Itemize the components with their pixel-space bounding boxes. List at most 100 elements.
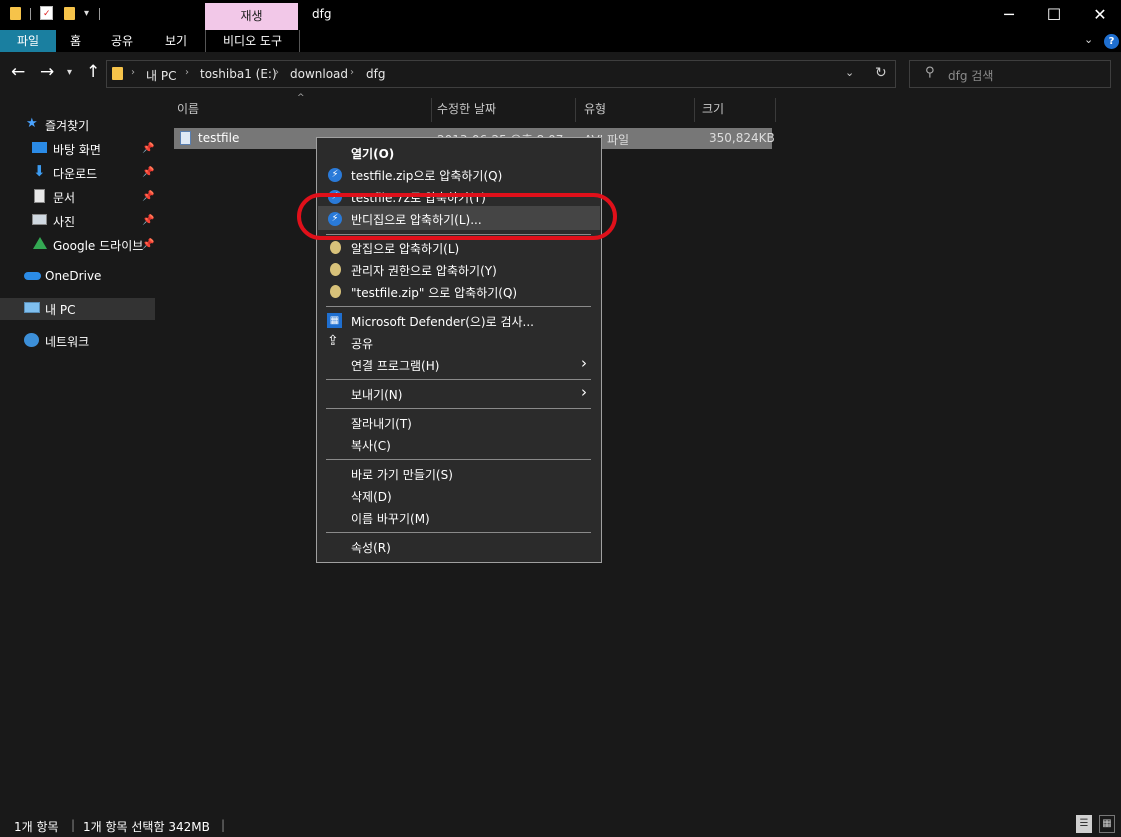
address-dropdown-icon[interactable]: ⌄ (845, 66, 854, 79)
details-view-icon[interactable]: ☰ (1076, 815, 1092, 833)
star-icon: ★ (26, 116, 38, 131)
sidebar-item-label: 즐겨찾기 (45, 119, 90, 133)
crumb-dfg[interactable]: dfg (366, 67, 385, 81)
up-icon[interactable]: ↑ (86, 62, 100, 82)
selection-info: 1개 항목 선택함 342MB (83, 820, 210, 834)
tab-view[interactable]: 보기 (165, 30, 187, 52)
window-title: dfg (312, 7, 332, 21)
sidebar-item-label: Google 드라이브 (53, 239, 144, 253)
column-header-date[interactable]: 수정한 날짜 (437, 98, 496, 120)
desktop-icon (32, 142, 47, 153)
crumb-download[interactable]: download (290, 67, 348, 81)
new-folder-icon[interactable] (64, 7, 75, 20)
menu-item-share[interactable]: 공유 (351, 335, 373, 352)
tab-home[interactable]: 홈 (70, 30, 81, 52)
search-input[interactable] (909, 60, 1111, 88)
column-header-type[interactable]: 유형 (584, 98, 606, 120)
folder-icon[interactable] (10, 7, 21, 20)
sidebar-item-label: OneDrive (45, 269, 102, 283)
maximize-icon[interactable]: ☐ (1031, 0, 1077, 30)
share-icon: ⇪ (327, 333, 339, 349)
sidebar-item-this-pc[interactable]: 내 PC (0, 298, 155, 320)
menu-item-rename[interactable]: 이름 바꾸기(M) (351, 510, 430, 527)
menu-item-open[interactable]: 열기(O) (351, 145, 394, 162)
pin-icon: 📌 (142, 143, 155, 154)
recent-locations-icon[interactable]: ▾ (67, 67, 72, 78)
menu-separator (326, 306, 591, 307)
tab-file[interactable]: 파일 (0, 30, 56, 52)
search-icon: ⚲ (925, 65, 935, 80)
pin-icon: 📌 (142, 215, 155, 226)
document-icon (34, 189, 45, 203)
computer-icon (24, 302, 40, 313)
menu-item-compress-quickzip[interactable]: "testfile.zip" 으로 압축하기(Q) (351, 284, 517, 301)
sort-ascending-icon: ^ (297, 93, 305, 103)
chevron-right-icon[interactable]: › (350, 67, 354, 78)
sidebar-item-label: 바탕 화면 (53, 143, 101, 157)
chevron-right-icon[interactable]: › (185, 67, 189, 78)
google-drive-icon (33, 237, 47, 249)
highlight-annotation (297, 193, 617, 240)
bandizip-icon: ⚡ (328, 168, 342, 182)
separator: | (71, 818, 76, 832)
menu-separator (326, 459, 591, 460)
menu-item-properties[interactable]: 속성(R) (351, 539, 391, 556)
column-divider[interactable] (775, 98, 776, 122)
help-icon[interactable]: ? (1104, 34, 1119, 49)
large-icons-view-icon[interactable]: ▦ (1099, 815, 1115, 833)
minimize-icon[interactable]: ─ (986, 0, 1032, 30)
close-icon[interactable]: ✕ (1077, 0, 1121, 30)
tab-video-tools[interactable]: 비디오 도구 (205, 30, 300, 52)
menu-item-cut[interactable]: 잘라내기(T) (351, 415, 412, 432)
sidebar-item-google-drive[interactable]: Google 드라이브 📌 (0, 234, 158, 256)
tab-share[interactable]: 공유 (111, 30, 133, 52)
sidebar-item-quick-access[interactable]: ★ 즐겨찾기 (0, 114, 158, 136)
search-placeholder: dfg 검색 (948, 69, 994, 83)
chevron-right-icon[interactable]: › (131, 67, 135, 78)
sidebar-item-label: 문서 (53, 191, 76, 205)
alzip-admin-icon (330, 263, 341, 276)
menu-item-compress-admin[interactable]: 관리자 권한으로 압축하기(Y) (351, 262, 497, 279)
back-icon[interactable]: ← (11, 62, 25, 82)
expand-ribbon-icon[interactable]: ⌄ (1084, 33, 1093, 46)
customize-quick-access-icon[interactable]: ▾ (84, 8, 89, 19)
alzip-icon (330, 241, 341, 254)
item-count: 1개 항목 (14, 820, 59, 834)
sidebar-item-network[interactable]: 네트워크 (0, 330, 158, 352)
pin-icon: 📌 (142, 191, 155, 202)
column-header-size[interactable]: 크기 (702, 98, 724, 120)
chevron-right-icon: › (581, 354, 587, 372)
menu-item-defender[interactable]: Microsoft Defender(으)로 검사... (351, 313, 534, 330)
column-divider[interactable] (431, 98, 432, 122)
pin-icon: 📌 (142, 239, 155, 250)
download-arrow-icon: ⬇ (33, 162, 46, 180)
sidebar-item-label: 사진 (53, 215, 76, 229)
properties-icon[interactable]: ✓ (40, 6, 53, 20)
context-tab-play[interactable]: 재생 (205, 3, 298, 30)
sidebar-item-documents[interactable]: 문서 📌 (0, 186, 158, 208)
column-divider[interactable] (694, 98, 695, 122)
folder-icon (112, 67, 123, 80)
sidebar-item-onedrive[interactable]: OneDrive (0, 266, 158, 288)
chevron-right-icon[interactable]: › (275, 67, 279, 78)
menu-item-send-to[interactable]: 보내기(N) (351, 386, 402, 403)
menu-item-create-shortcut[interactable]: 바로 가기 만들기(S) (351, 466, 453, 483)
sidebar-item-downloads[interactable]: ⬇ 다운로드 📌 (0, 162, 158, 184)
forward-icon[interactable]: → (40, 62, 54, 82)
sidebar-item-label: 네트워크 (45, 335, 90, 349)
menu-item-copy[interactable]: 복사(C) (351, 437, 391, 454)
menu-item-delete[interactable]: 삭제(D) (351, 488, 392, 505)
column-header-name[interactable]: 이름 (177, 98, 199, 120)
file-name[interactable]: testfile (198, 131, 239, 145)
menu-item-open-with[interactable]: 연결 프로그램(H) (351, 357, 439, 374)
title-bar (0, 0, 1121, 30)
menu-separator (326, 532, 591, 533)
menu-item-compress-zip[interactable]: testfile.zip으로 압축하기(Q) (351, 167, 502, 184)
menu-item-compress-alzip[interactable]: 알집으로 압축하기(L) (351, 240, 459, 257)
refresh-icon[interactable]: ↻ (875, 65, 887, 81)
crumb-drive[interactable]: toshiba1 (E:) (200, 67, 277, 81)
column-divider[interactable] (575, 98, 576, 122)
sidebar-item-pictures[interactable]: 사진 📌 (0, 210, 158, 232)
sidebar-item-desktop[interactable]: 바탕 화면 📌 (0, 138, 158, 160)
crumb-this-pc[interactable]: 내 PC (146, 67, 176, 84)
